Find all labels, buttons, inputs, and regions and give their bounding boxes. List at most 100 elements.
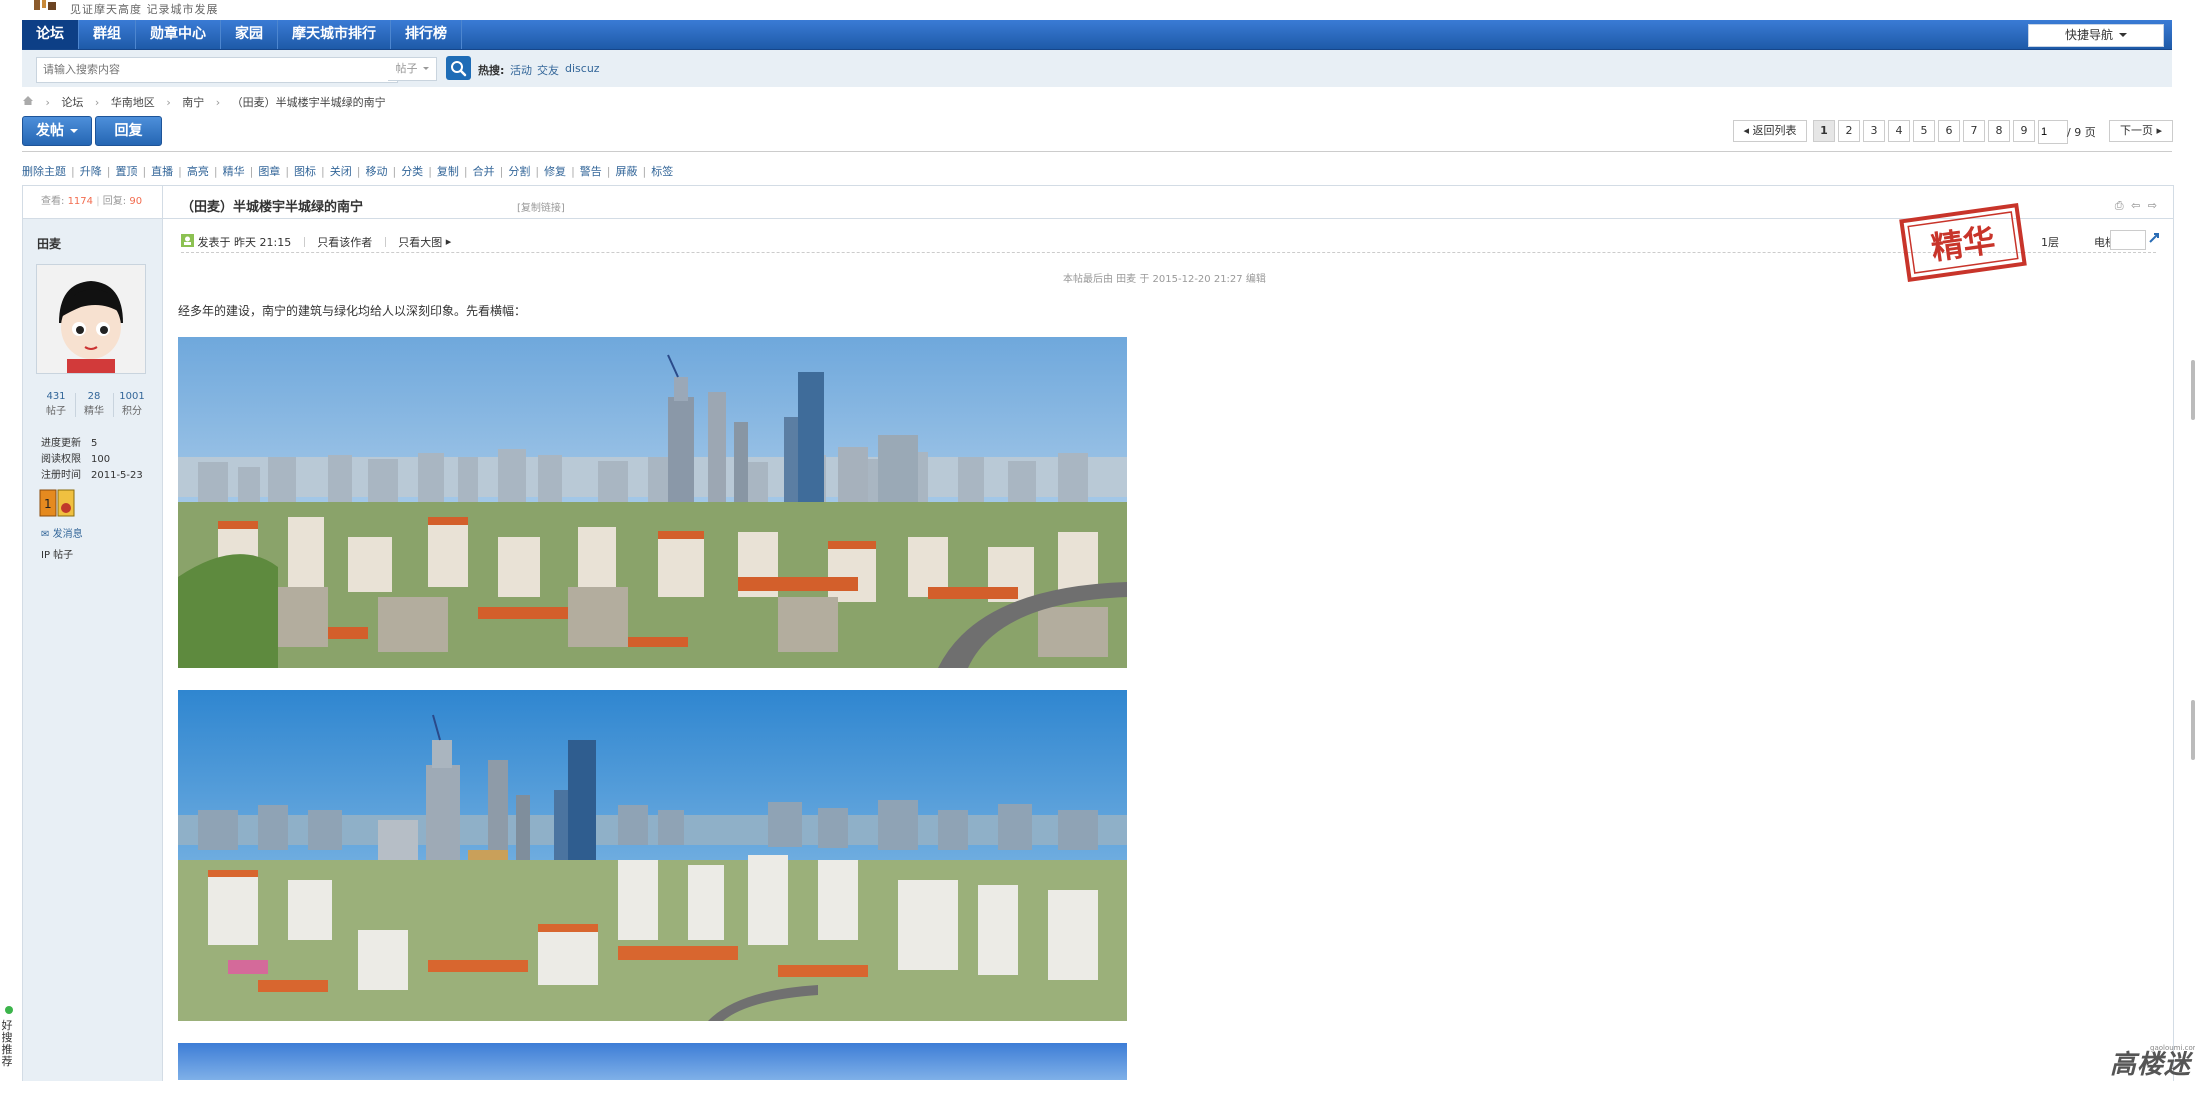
city-panorama-image: [178, 1043, 1127, 1080]
site-logo[interactable]: [32, 0, 60, 12]
print-icon[interactable]: ⎙: [2115, 199, 2124, 212]
nav-item[interactable]: 摩天城市排行: [278, 20, 391, 49]
mod-tool-link[interactable]: 修复: [544, 163, 566, 179]
author-info-row: 注册时间 2011-5-23: [41, 466, 143, 481]
floor-number: 1层: [2041, 236, 2059, 249]
mod-tool-link[interactable]: 复制: [437, 163, 459, 179]
search-bar: 帖子 热搜: 活动 交友 discuz: [22, 50, 2172, 87]
next-page-button[interactable]: 下一页 ▸: [2109, 120, 2173, 142]
author-name[interactable]: 田麦: [37, 235, 61, 252]
divider: [113, 393, 114, 417]
mod-separator: |: [285, 165, 290, 178]
page-number-button[interactable]: 4: [1888, 120, 1910, 142]
page-number-button[interactable]: 3: [1863, 120, 1885, 142]
mod-tool-link[interactable]: 精华: [223, 163, 245, 179]
search-type-label: 帖子: [395, 62, 418, 75]
breadcrumb-item[interactable]: 南宁: [182, 94, 204, 110]
recommend-tab[interactable]: 好搜推荐: [0, 1020, 14, 1097]
nav-item[interactable]: 排行榜: [391, 20, 462, 49]
scrollbar-thumb[interactable]: [2191, 360, 2195, 420]
send-message-link[interactable]: ✉ 发消息: [41, 525, 83, 540]
author-stat[interactable]: 1001 积分: [115, 389, 149, 419]
page-number-button[interactable]: 9: [2013, 120, 2035, 142]
post-image[interactable]: [178, 1043, 1127, 1080]
hot-search-link[interactable]: 交友: [537, 62, 559, 78]
main-nav: 论坛 群组 勋章中心 家园 摩天城市排行 排行榜 快捷导航: [22, 20, 2172, 50]
mod-tool-link[interactable]: 图标: [294, 163, 316, 179]
page-jump-input[interactable]: [2038, 120, 2068, 144]
mod-tool-link[interactable]: 分类: [401, 163, 423, 179]
mod-tool-link[interactable]: 移动: [365, 163, 387, 179]
go-arrow-icon[interactable]: [2148, 231, 2161, 247]
mod-tool-link[interactable]: 分割: [508, 163, 530, 179]
breadcrumb-item[interactable]: 华南地区: [111, 94, 155, 110]
page-number-button[interactable]: 8: [1988, 120, 2010, 142]
mod-tool-link[interactable]: 标签: [651, 163, 673, 179]
reply-label: 回复: [114, 123, 143, 139]
home-icon[interactable]: [22, 95, 34, 109]
quick-nav-button[interactable]: 快捷导航: [2028, 24, 2164, 47]
stat-label: 积分: [122, 406, 142, 417]
author-stat[interactable]: 431 帖子: [39, 389, 73, 419]
avatar-image: [37, 265, 145, 373]
page-number-button[interactable]: 7: [1963, 120, 1985, 142]
stat-value: 28: [87, 391, 101, 402]
prev-thread-icon[interactable]: ⇦: [2131, 199, 2140, 212]
elevator-input[interactable]: [2110, 230, 2146, 250]
ip-post-link[interactable]: IP 帖子: [41, 546, 73, 561]
replies-count: 90: [129, 196, 143, 207]
mod-tool-link[interactable]: 警告: [580, 163, 602, 179]
search-type-select[interactable]: 帖子: [388, 57, 437, 81]
divider: [181, 252, 2156, 253]
back-to-list-button[interactable]: ◂ 返回列表: [1733, 120, 1807, 142]
search-button[interactable]: [446, 56, 471, 80]
big-image-link[interactable]: 只看大图 ▸: [398, 234, 451, 250]
nav-item[interactable]: 群组: [79, 20, 136, 49]
breadcrumb-item[interactable]: 论坛: [61, 94, 83, 110]
mod-separator: |: [356, 165, 361, 178]
nav-item[interactable]: 家园: [221, 20, 278, 49]
post-image[interactable]: [178, 690, 1127, 1021]
hot-search-link[interactable]: 活动: [510, 62, 532, 78]
hot-search-link[interactable]: discuz: [565, 62, 600, 75]
mod-separator: |: [463, 165, 468, 178]
page-number-button[interactable]: 1: [1813, 120, 1835, 142]
mod-tool-link[interactable]: 置顶: [115, 163, 137, 179]
next-thread-icon[interactable]: ⇨: [2148, 199, 2157, 212]
mod-separator: |: [535, 165, 540, 178]
mod-separator: |: [213, 165, 218, 178]
mod-separator: |: [321, 165, 325, 178]
page-number-button[interactable]: 2: [1838, 120, 1860, 142]
mod-tool-link[interactable]: 合并: [473, 163, 495, 179]
mod-tool-link[interactable]: 直播: [151, 163, 173, 179]
stat-label: 帖子: [46, 406, 66, 417]
site-watermark-sub: gaoloumi.com: [2150, 1044, 2195, 1052]
mod-tool-link[interactable]: 关闭: [330, 163, 352, 179]
pager: ◂ 返回列表 123456789 / 9 页 下一页 ▸: [1733, 120, 2173, 144]
new-post-button[interactable]: 发帖: [22, 116, 92, 146]
scrollbar-thumb[interactable]: [2191, 700, 2195, 760]
avatar[interactable]: [36, 264, 146, 374]
page-number-button[interactable]: 5: [1913, 120, 1935, 142]
breadcrumb-separator: ›: [45, 96, 50, 109]
mod-separator: |: [71, 165, 75, 178]
info-key: 进度更新: [41, 438, 81, 449]
mod-tool-link[interactable]: 高亮: [187, 163, 209, 179]
nav-item[interactable]: 论坛: [22, 20, 79, 49]
search-input[interactable]: [36, 57, 398, 83]
author-stat[interactable]: 28 精华: [77, 389, 111, 419]
nav-item[interactable]: 勋章中心: [136, 20, 221, 49]
mod-tool-link[interactable]: 删除主题: [22, 163, 66, 179]
copy-link[interactable]: [复制链接]: [517, 199, 565, 214]
big-image-label: 只看大图: [398, 236, 443, 249]
medal-icon[interactable]: 1: [39, 488, 75, 518]
mod-tool-link[interactable]: 图章: [258, 163, 280, 179]
only-author-link[interactable]: 只看该作者: [317, 234, 372, 250]
reply-button[interactable]: 回复: [95, 116, 162, 146]
breadcrumb-separator: ›: [166, 96, 171, 109]
page-number-button[interactable]: 6: [1938, 120, 1960, 142]
moderation-toolbar: 删除主题 | 升降 | 置顶 | 直播 | 高亮 | 精华 | 图章 | 图标 | 关闭 | 移动 | 分类 | 复制 | 合并…: [22, 163, 673, 179]
mod-tool-link[interactable]: 升降: [80, 163, 102, 179]
mod-tool-link[interactable]: 屏蔽: [616, 163, 638, 179]
post-image[interactable]: [178, 337, 1127, 668]
